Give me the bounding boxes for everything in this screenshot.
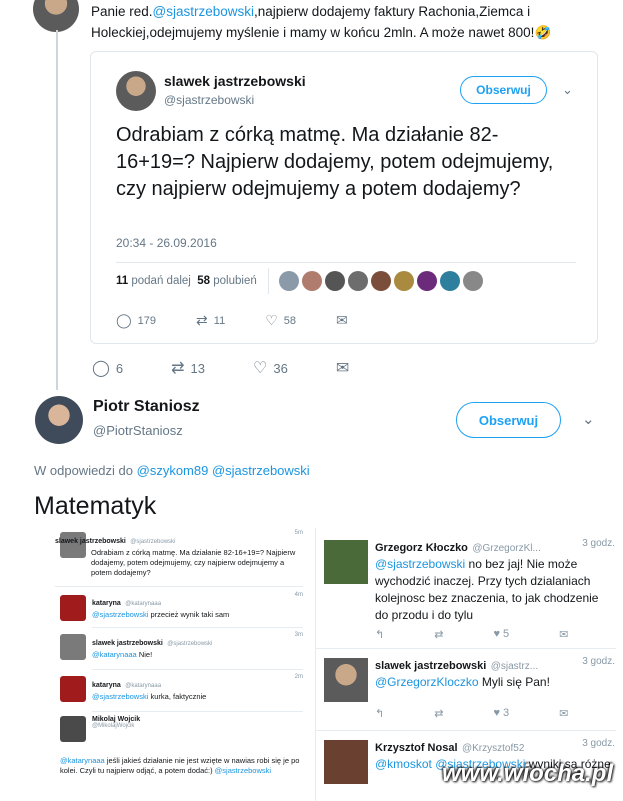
action-bar: ◯ 6 ⇄ 13 ♡ 36 ✉ bbox=[92, 358, 349, 378]
retweet-icon: ⇄ bbox=[171, 360, 185, 377]
heart-icon: ♡ bbox=[253, 360, 268, 377]
avatar bbox=[324, 658, 368, 702]
reply-context: W odpowiedzi do @szykom89 @sjastrzebowsk… bbox=[34, 463, 310, 478]
avatar[interactable] bbox=[279, 271, 299, 291]
list-item: Mikolaj Wojcik @MikolajWojcik bbox=[92, 716, 141, 729]
divider bbox=[268, 268, 269, 294]
author-name[interactable]: Piotr Staniosz bbox=[93, 398, 200, 416]
retweet-button[interactable]: ⇄ 13 bbox=[171, 358, 205, 378]
engagement-stats: 11 podań dalej 58 polubień bbox=[116, 275, 257, 287]
retweet-icon: ⇄ bbox=[434, 629, 444, 641]
tweet-text: Odrabiam z córką matmę. Ma działanie 82-… bbox=[116, 124, 554, 200]
divider bbox=[116, 262, 576, 263]
avatar[interactable] bbox=[371, 271, 391, 291]
like-button[interactable]: ♡ 58 bbox=[265, 312, 296, 329]
avatar[interactable] bbox=[325, 271, 345, 291]
avatar[interactable] bbox=[417, 271, 437, 291]
author-name[interactable]: slawek jastrzebowski bbox=[164, 73, 306, 89]
watermark: www.wiocha.pl bbox=[442, 760, 614, 787]
reply-icon: ◯ bbox=[92, 360, 110, 377]
avatar[interactable] bbox=[394, 271, 414, 291]
avatar[interactable] bbox=[348, 271, 368, 291]
divider bbox=[316, 730, 616, 731]
action-bar: ◯ 179 ⇄ 11 ♡ 58 ✉ bbox=[116, 312, 348, 329]
heart-icon: ♡ bbox=[265, 312, 278, 328]
heart-icon: ♥ bbox=[493, 707, 500, 719]
tweet-text: Matematyk bbox=[34, 492, 157, 520]
retweet-icon: ⇄ bbox=[196, 312, 208, 328]
envelope-icon: ✉ bbox=[559, 708, 569, 720]
follow-button[interactable]: Obserwuj bbox=[460, 76, 547, 104]
avatar bbox=[60, 676, 86, 702]
mention-link[interactable]: @sjastrzebowski bbox=[153, 4, 254, 19]
reply-button[interactable]: ◯ 179 bbox=[116, 312, 156, 329]
chevron-down-icon[interactable]: ⌄ bbox=[582, 410, 595, 428]
avatar bbox=[60, 595, 86, 621]
avatar bbox=[60, 634, 86, 660]
message-button[interactable]: ✉ bbox=[336, 358, 349, 378]
avatar[interactable] bbox=[35, 396, 83, 444]
avatar[interactable] bbox=[33, 0, 79, 32]
retweet-button[interactable]: ⇄ 11 bbox=[196, 312, 225, 329]
retweet-icon: ⇄ bbox=[434, 708, 444, 720]
divider bbox=[316, 648, 616, 649]
liker-avatars[interactable] bbox=[279, 271, 483, 291]
message-button[interactable]: ✉ bbox=[336, 312, 348, 329]
reply-icon: ↰ bbox=[375, 629, 385, 641]
avatar[interactable] bbox=[440, 271, 460, 291]
mention-link[interactable]: @sjastrzebowski bbox=[212, 463, 310, 478]
emoji: 🤣 bbox=[534, 25, 552, 40]
tweet-text: @katarynaaa jeśli jakieś działanie nie j… bbox=[60, 756, 300, 775]
avatar bbox=[324, 540, 368, 584]
list-item: slawek jastrzebowski @sjastrzebowski 5m O… bbox=[55, 530, 303, 587]
chevron-down-icon[interactable]: ⌄ bbox=[562, 82, 573, 98]
envelope-icon: ✉ bbox=[335, 360, 350, 377]
mention-link[interactable]: @szykom89 bbox=[137, 463, 209, 478]
avatar[interactable] bbox=[463, 271, 483, 291]
like-button[interactable]: ♡ 36 bbox=[253, 358, 288, 378]
heart-icon: ♥ bbox=[493, 628, 500, 640]
list-item: Grzegorz Kłoczko @GrzegorzKl... 3 godz. @… bbox=[375, 538, 615, 641]
avatar[interactable] bbox=[302, 271, 322, 291]
author-handle[interactable]: @sjastrzebowski bbox=[164, 93, 254, 107]
reply-button[interactable]: ◯ 6 bbox=[92, 358, 123, 378]
avatar bbox=[60, 716, 86, 742]
avatar bbox=[60, 532, 86, 558]
tweet-text: Panie red.@sjastrzebowski,najpierw dodaj… bbox=[91, 4, 552, 40]
follow-button[interactable]: Obserwuj bbox=[456, 402, 561, 438]
author-handle[interactable]: @PiotrStaniosz bbox=[93, 423, 183, 438]
list-item: slawek jastrzebowski @sjastrzebowski 3m @… bbox=[92, 632, 303, 670]
avatar bbox=[324, 740, 368, 784]
reply-icon: ↰ bbox=[375, 708, 385, 720]
envelope-icon: ✉ bbox=[559, 629, 569, 641]
reply-icon: ◯ bbox=[116, 312, 132, 328]
timestamp[interactable]: 20:34 - 26.09.2016 bbox=[116, 236, 217, 250]
thread-line bbox=[56, 30, 58, 390]
quoted-tweet-card[interactable]: slawek jastrzebowski @sjastrzebowski Obs… bbox=[90, 51, 598, 344]
list-item: slawek jastrzebowski @sjastrz... 3 godz. … bbox=[375, 656, 615, 720]
list-item: kataryna @katarynaaa 2m @sjastrzebowski k… bbox=[92, 674, 303, 712]
envelope-icon: ✉ bbox=[336, 312, 348, 328]
list-item: kataryna @katarynaaa 4m @sjastrzebowski p… bbox=[92, 592, 303, 628]
avatar[interactable] bbox=[116, 71, 156, 111]
